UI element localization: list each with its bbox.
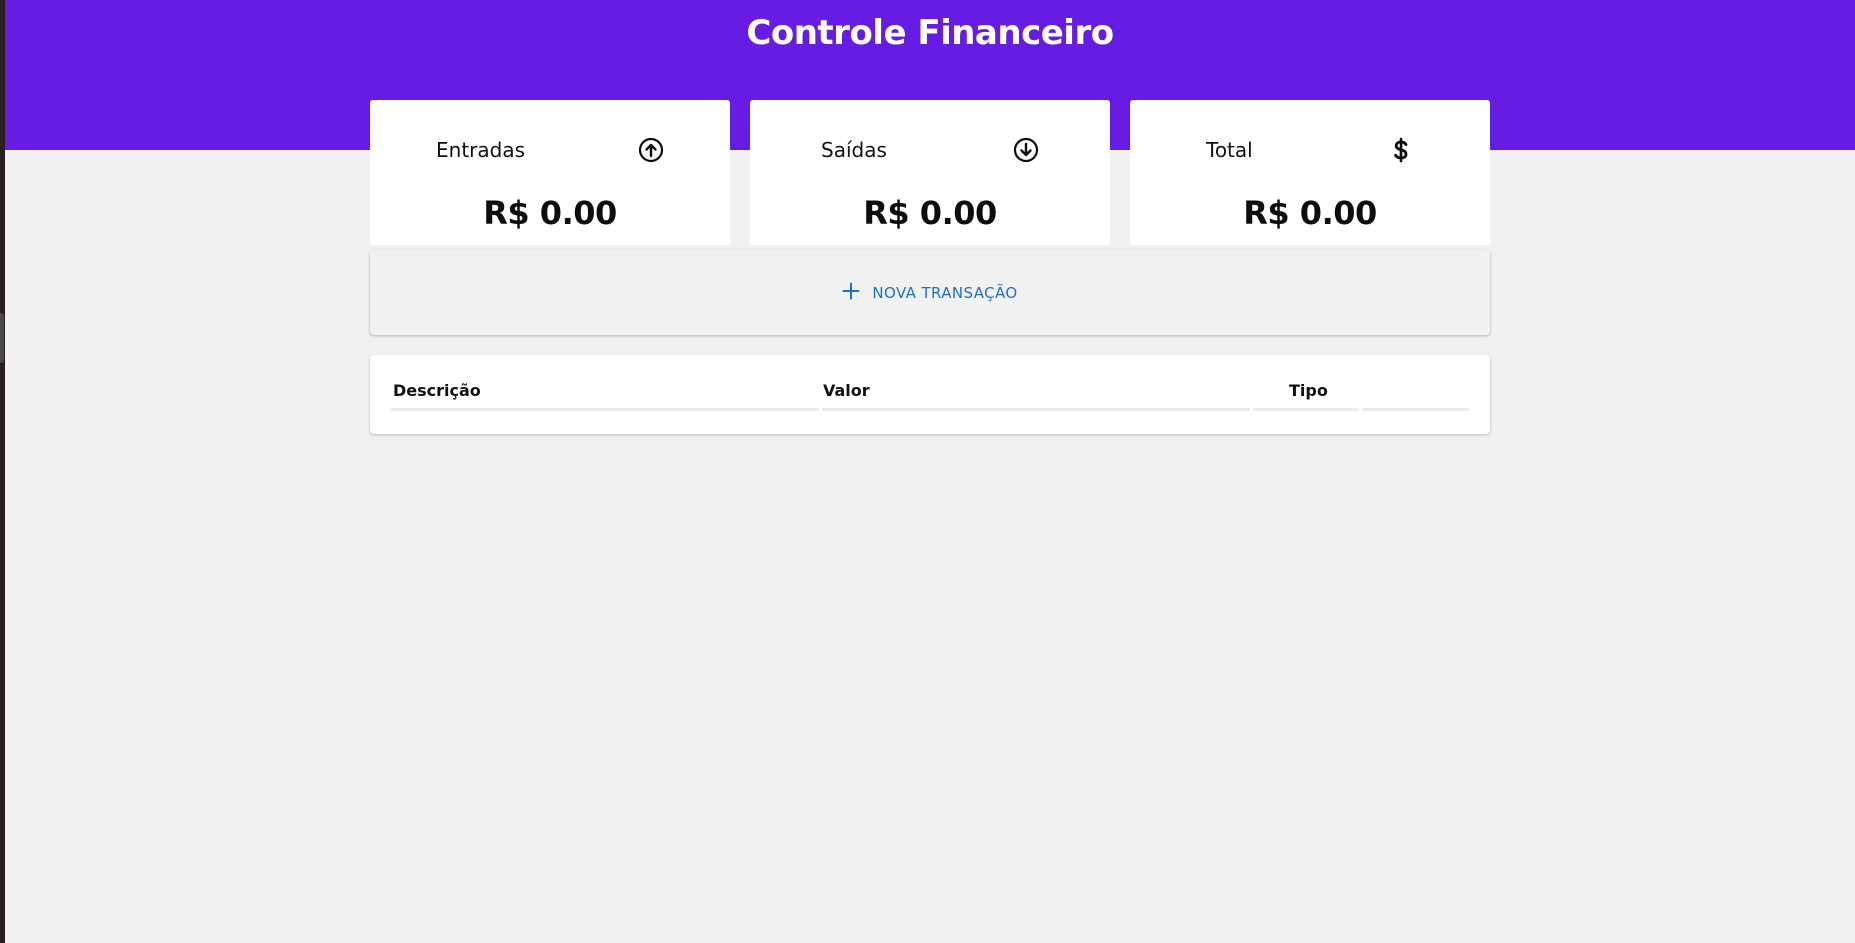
new-transaction-button[interactable]: NOVA TRANSAÇÃO <box>370 250 1490 335</box>
total-card: Total R$ 0.00 <box>1130 100 1490 245</box>
column-divider <box>1362 408 1469 411</box>
income-label: Entradas <box>436 138 526 162</box>
arrow-down-circle-icon <box>1013 137 1039 163</box>
column-divider <box>391 408 819 411</box>
page-title: Controle Financeiro <box>746 13 1114 53</box>
new-transaction-label: NOVA TRANSAÇÃO <box>872 283 1018 302</box>
total-amount: R$ 0.00 <box>1243 194 1377 232</box>
window-edge-handle[interactable] <box>0 313 4 363</box>
plus-icon <box>842 282 860 304</box>
expense-card: Saídas R$ 0.00 <box>750 100 1110 245</box>
expense-amount: R$ 0.00 <box>863 194 997 232</box>
transactions-table: Descrição Valor Tipo <box>370 355 1490 434</box>
column-header-description: Descrição <box>393 381 481 400</box>
column-header-value: Valor <box>823 381 870 400</box>
dollar-sign-icon <box>1388 137 1414 163</box>
income-amount: R$ 0.00 <box>483 194 617 232</box>
total-label: Total <box>1206 138 1253 162</box>
column-divider <box>822 408 1250 411</box>
column-header-type: Tipo <box>1289 381 1328 400</box>
column-divider <box>1253 408 1359 411</box>
income-card: Entradas R$ 0.00 <box>370 100 730 245</box>
arrow-up-circle-icon <box>638 137 664 163</box>
expense-label: Saídas <box>821 138 887 162</box>
